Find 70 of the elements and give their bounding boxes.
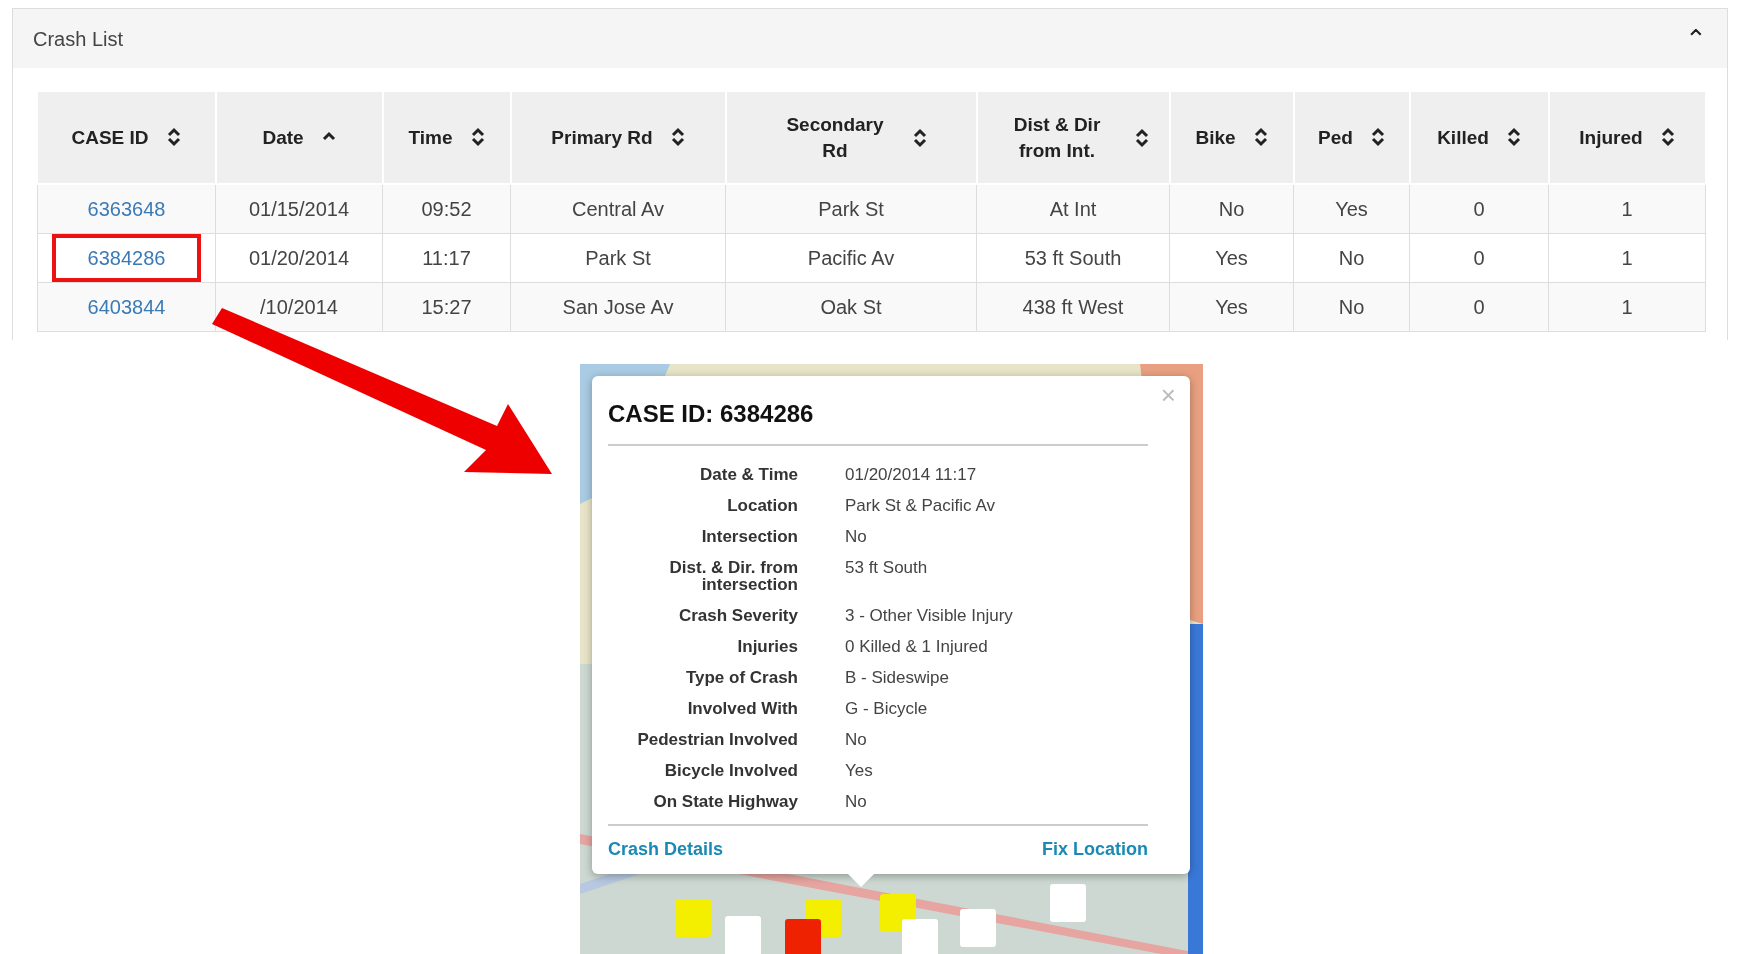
table-cell: Park St [725, 184, 977, 233]
column-header[interactable]: Ped [1318, 124, 1353, 151]
popup-title: CASE ID: 6384286 [608, 392, 1148, 446]
field-label: Type of Crash [684, 669, 798, 686]
table-cell: Yes [1293, 184, 1410, 233]
table-cell: 01/15/2014 [215, 184, 383, 233]
sort-icon[interactable] [1253, 127, 1268, 148]
panel-title: Crash List [33, 26, 124, 52]
table-cell: No [1293, 233, 1410, 282]
field-value: 3 - Other Visible Injury [845, 607, 1014, 624]
sort-icon[interactable] [913, 127, 927, 148]
table-cell: 15:27 [382, 282, 511, 331]
table-cell: 0 [1409, 233, 1549, 282]
field-value: No [845, 528, 868, 545]
sort-icon[interactable] [1370, 127, 1385, 148]
field-value: B - Sideswipe [845, 669, 950, 686]
field-value: No [845, 731, 868, 748]
table-cell: 438 ft West [976, 282, 1170, 331]
column-header[interactable]: Injured [1579, 124, 1643, 151]
sort-icon[interactable] [1506, 127, 1521, 148]
sort-icon[interactable] [1135, 127, 1149, 148]
popup-link[interactable]: Fix Location [1042, 836, 1148, 863]
sort-icon[interactable] [1660, 127, 1675, 148]
column-header[interactable]: Killed [1437, 124, 1489, 151]
field-label: Involved With [686, 700, 798, 717]
field-label: Pedestrian Involved [636, 731, 798, 748]
field-label: On State Highway [652, 793, 798, 810]
popup-link[interactable]: Crash Details [608, 836, 724, 863]
table-cell: 01/20/2014 [215, 233, 383, 282]
table-cell: 53 ft South [976, 233, 1170, 282]
table-cell: 11:17 [382, 233, 511, 282]
field-label: Date & Time [699, 466, 798, 483]
field-value: 01/20/2014 11:17 [845, 466, 978, 483]
table-cell: Central Av [510, 184, 726, 233]
column-header[interactable]: Time [408, 124, 453, 151]
field-value: No [845, 793, 868, 810]
table-cell: Yes [1169, 282, 1294, 331]
collapse-icon[interactable]: ⌃ [1685, 25, 1707, 52]
table-cell: 09:52 [382, 184, 511, 233]
table-cell: Park St [510, 233, 726, 282]
column-header[interactable]: Date [262, 124, 304, 151]
field-value: Park St & Pacific Av [845, 497, 996, 514]
field-value: G - Bicycle [845, 700, 929, 717]
table-cell: 0 [1409, 282, 1549, 331]
table-cell: No [1293, 282, 1410, 331]
table-cell: San Jose Av [510, 282, 726, 331]
field-label: Location [726, 497, 798, 514]
field-value: 53 ft South [845, 559, 929, 579]
column-header[interactable]: Bike [1195, 124, 1236, 151]
column-header[interactable]: Primary Rd [551, 124, 653, 151]
sort-icon[interactable] [670, 127, 685, 148]
field-label: Crash Severity [677, 607, 798, 624]
table-cell: Pacific Av [725, 233, 977, 282]
table-cell: Yes [1169, 233, 1294, 282]
table-cell: Oak St [725, 282, 977, 331]
sort-icon[interactable] [470, 127, 485, 148]
table-cell: 1 [1548, 184, 1706, 233]
field-value: 0 Killed & 1 Injured [845, 638, 989, 655]
field-label: Injuries [736, 638, 798, 655]
sort-icon[interactable] [166, 127, 181, 148]
column-header[interactable]: CASE ID [71, 124, 149, 151]
field-label: Bicycle Involved [663, 762, 798, 779]
table-cell: 0 [1409, 184, 1549, 233]
field-label: Dist. & Dir. from intersection [668, 559, 798, 593]
table-cell: No [1169, 184, 1294, 233]
field-label: Intersection [700, 528, 798, 545]
table-cell: 1 [1548, 282, 1706, 331]
table-cell: At Int [976, 184, 1170, 233]
field-value: Yes [845, 762, 874, 779]
table-cell: 1 [1548, 233, 1706, 282]
